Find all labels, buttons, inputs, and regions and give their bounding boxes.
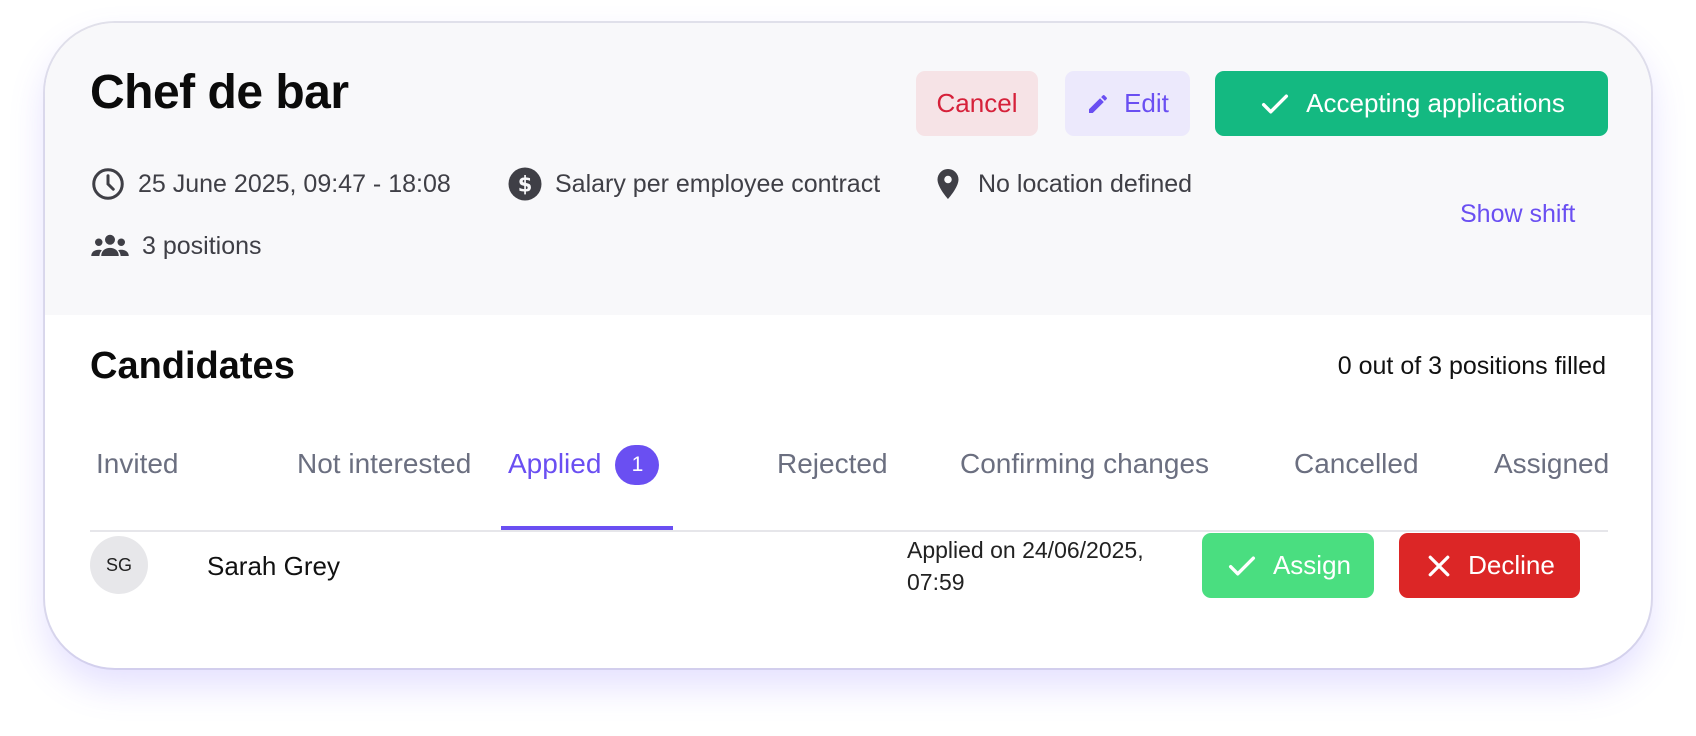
tab-label: Invited (96, 448, 179, 479)
positions-info: 3 positions (90, 231, 262, 261)
cancel-button[interactable]: Cancel (916, 71, 1038, 136)
page-title: Chef de bar (90, 66, 349, 119)
tab-assigned[interactable]: Assigned (1494, 433, 1609, 530)
check-icon (1225, 549, 1259, 583)
assign-button-label: Assign (1272, 550, 1352, 580)
applied-count-badge: 1 (615, 445, 660, 485)
decline-button-label: Decline (1468, 550, 1555, 580)
tab-label: Applied (508, 448, 602, 479)
users-icon (90, 231, 130, 261)
accepting-applications-button[interactable]: Accepting applications (1215, 71, 1608, 136)
tab-label: Rejected (777, 448, 888, 479)
shift-date-time-text: 25 June 2025, 09:47 - 18:08 (138, 169, 451, 198)
shift-date-time: 25 June 2025, 09:47 - 18:08 (90, 166, 451, 202)
decline-button[interactable]: Decline (1399, 533, 1580, 598)
location-info: No location defined (930, 166, 1192, 202)
salary-text: Salary per employee contract (555, 169, 881, 198)
edit-button[interactable]: Edit (1065, 71, 1190, 136)
positions-filled-status: 0 out of 3 positions filled (1337, 352, 1606, 380)
dollar-icon: $ (507, 166, 543, 202)
close-icon (1424, 551, 1454, 581)
candidates-heading: Candidates (90, 345, 295, 387)
tab-cancelled[interactable]: Cancelled (1294, 433, 1419, 530)
tab-confirming-changes[interactable]: Confirming changes (960, 433, 1209, 530)
assign-button[interactable]: Assign (1202, 533, 1374, 598)
applied-on-text: Applied on 24/06/2025, 07:59 (907, 534, 1177, 598)
avatar: SG (90, 536, 148, 594)
job-card: Chef de bar Cancel Edit Accepting applic… (45, 23, 1651, 668)
tab-not-interested[interactable]: Not interested (297, 433, 471, 530)
tab-label: Cancelled (1294, 448, 1419, 479)
positions-text: 3 positions (142, 231, 262, 260)
pencil-icon (1086, 92, 1110, 116)
salary-info: $ Salary per employee contract (507, 166, 880, 202)
accepting-applications-label: Accepting applications (1306, 88, 1565, 118)
tab-rejected[interactable]: Rejected (777, 433, 888, 530)
clock-icon (90, 166, 126, 202)
location-text: No location defined (978, 169, 1193, 198)
job-header: Chef de bar Cancel Edit Accepting applic… (45, 23, 1651, 315)
edit-button-label: Edit (1124, 88, 1169, 118)
show-shift-link[interactable]: Show shift (1460, 200, 1575, 229)
tab-label: Not interested (297, 448, 472, 479)
candidate-tabs: Invited Not interested Applied 1 Rejecte… (90, 433, 1609, 532)
tab-label: Assigned (1494, 448, 1610, 479)
candidate-name: Sarah Grey (207, 551, 340, 581)
tab-applied[interactable]: Applied 1 (501, 433, 673, 530)
applied-date: Applied on 24/06/2025, (907, 537, 1144, 563)
tab-invited[interactable]: Invited (96, 433, 179, 530)
svg-text:$: $ (518, 173, 533, 197)
cancel-button-label: Cancel (936, 88, 1018, 118)
map-pin-icon (930, 166, 966, 202)
tab-label: Confirming changes (960, 448, 1210, 479)
check-icon (1258, 87, 1292, 121)
applied-time: 07:59 (907, 569, 965, 595)
